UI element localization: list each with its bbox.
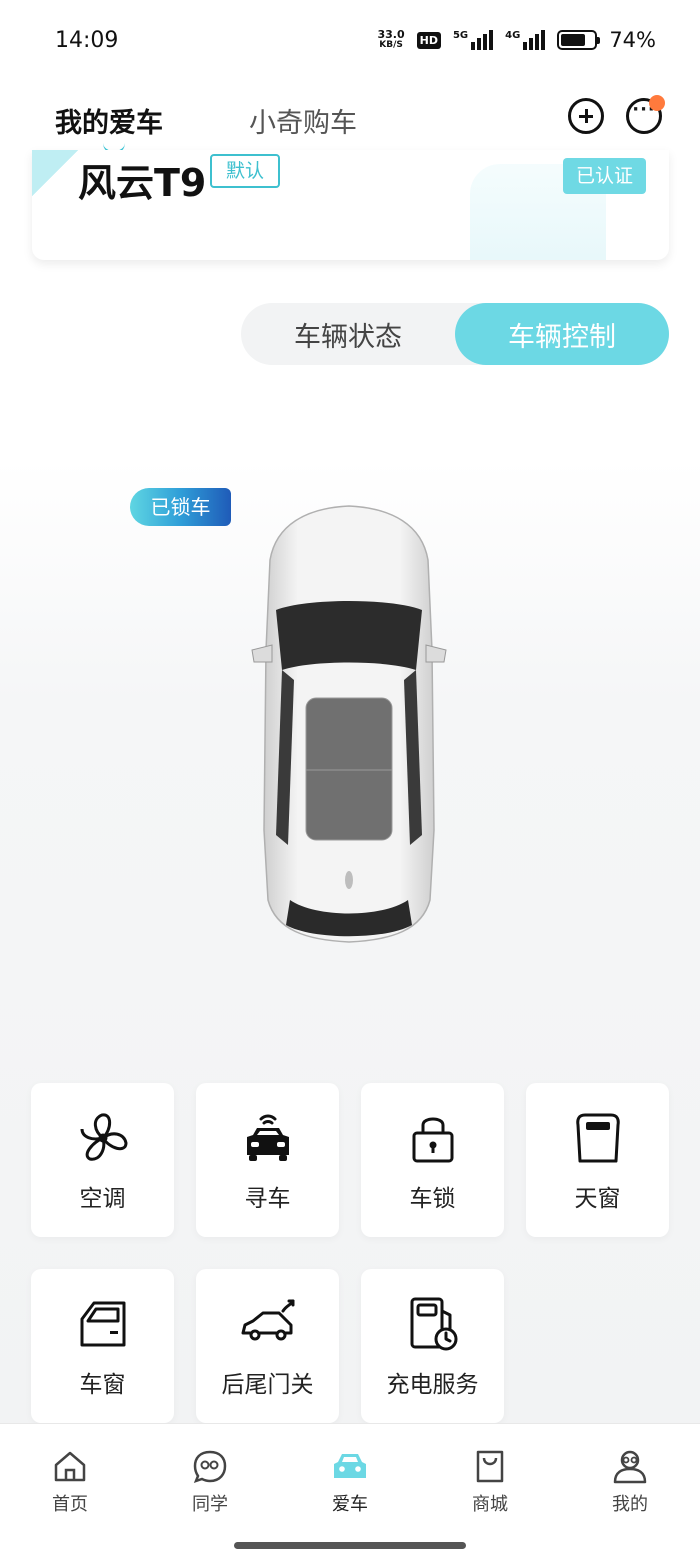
nav-home[interactable]: 首页 <box>30 1448 110 1516</box>
community-icon <box>193 1450 227 1484</box>
nav-label: 同学 <box>192 1494 228 1515</box>
nav-profile[interactable]: 我的 <box>590 1448 670 1516</box>
signal-5g-icon: 5G <box>452 30 494 50</box>
find-car-icon <box>246 1114 289 1161</box>
signal-4g-icon: 4G <box>505 30 546 50</box>
shop-bag-icon <box>476 1450 504 1483</box>
nav-community[interactable]: 同学 <box>170 1448 250 1516</box>
nav-label: 爱车 <box>332 1494 368 1515</box>
car-name: 风云T9 <box>78 161 207 205</box>
car-window-icon <box>80 1301 125 1347</box>
network-speed-unit: KB/S <box>379 40 403 50</box>
nav-label: 首页 <box>52 1494 88 1515</box>
nav-label: 商城 <box>472 1494 508 1515</box>
control-tailgate[interactable]: 后尾门关 <box>196 1269 339 1423</box>
nav-shop[interactable]: 商城 <box>450 1448 530 1516</box>
corner-ribbon <box>32 150 78 196</box>
tab-vehicle-control[interactable]: 车辆控制 <box>455 303 669 365</box>
car-card[interactable]: 风云T9 默认 已认证 <box>32 150 669 260</box>
chat-bubble-icon[interactable] <box>626 95 665 134</box>
home-icon <box>54 1451 86 1482</box>
nav-label: 我的 <box>612 1494 648 1515</box>
nav-my-car[interactable]: 爱车 <box>310 1448 390 1516</box>
control-label: 后尾门关 <box>221 1372 314 1398</box>
status-icons: 33.0 KB/S HD 5G 4G 74% <box>377 28 656 52</box>
charging-icon <box>410 1297 457 1351</box>
signal-5g-label: 5G <box>452 30 469 41</box>
car-icon <box>334 1454 366 1478</box>
control-label: 空调 <box>79 1186 126 1212</box>
network-speed-value: 33.0 <box>377 28 405 41</box>
control-label: 充电服务 <box>386 1372 479 1398</box>
control-label: 车锁 <box>409 1186 456 1212</box>
lock-icon <box>412 1117 453 1163</box>
fan-icon <box>80 1113 127 1161</box>
battery-percent: 74% <box>609 28 656 52</box>
bottom-nav: 首页 同学 爱车 商城 我的 <box>0 1423 700 1563</box>
profile-icon <box>613 1450 647 1484</box>
plus-circle-icon[interactable] <box>568 98 604 134</box>
tailgate-icon <box>241 1299 294 1341</box>
battery-level <box>561 34 585 46</box>
signal-4g-label: 4G <box>505 30 521 41</box>
control-charging[interactable]: 充电服务 <box>361 1269 504 1423</box>
control-car-window[interactable]: 车窗 <box>31 1269 174 1423</box>
nav-actions <box>568 95 665 134</box>
status-time: 14:09 <box>55 27 119 53</box>
top-nav: 我的爱车 小奇购车 <box>0 90 700 154</box>
control-label: 天窗 <box>574 1186 621 1212</box>
segment-control: 车辆状态 车辆控制 <box>241 303 669 365</box>
control-find-car[interactable]: 寻车 <box>196 1083 339 1237</box>
control-sunroof[interactable]: 天窗 <box>526 1083 669 1237</box>
verified-badge: 已认证 <box>562 158 646 194</box>
battery-icon <box>557 30 601 50</box>
network-speed: 33.0 KB/S <box>377 29 404 51</box>
hd-icon: HD <box>416 31 441 49</box>
home-indicator[interactable] <box>234 1542 466 1549</box>
status-bar: 14:09 33.0 KB/S HD 5G 4G 74% <box>0 0 700 80</box>
notification-dot <box>649 95 665 111</box>
control-air-conditioning[interactable]: 空调 <box>31 1083 174 1237</box>
control-car-lock[interactable]: 车锁 <box>361 1083 504 1237</box>
car-top-view-image <box>251 505 447 943</box>
default-badge: 默认 <box>210 154 281 188</box>
sunroof-icon <box>575 1113 620 1163</box>
control-label: 车窗 <box>79 1372 126 1398</box>
tab-buy-car[interactable]: 小奇购车 <box>249 101 357 140</box>
control-label: 寻车 <box>244 1186 291 1212</box>
lock-status-badge: 已锁车 <box>130 488 231 526</box>
tab-my-car[interactable]: 我的爱车 <box>55 101 163 154</box>
tab-vehicle-status[interactable]: 车辆状态 <box>241 303 455 365</box>
